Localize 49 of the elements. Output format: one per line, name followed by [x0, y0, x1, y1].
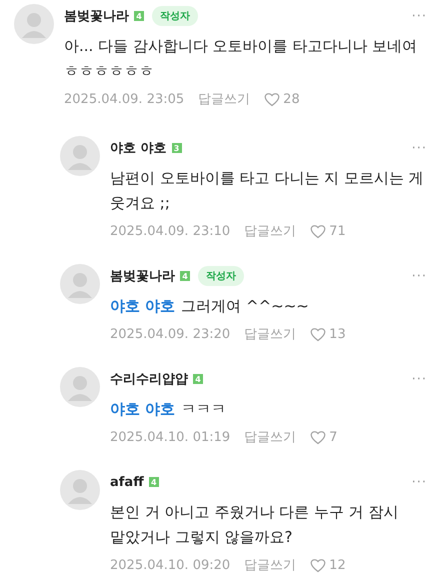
more-button[interactable]: ···: [412, 8, 427, 24]
comment-text: 본인 거 아니고 주웠거나 다른 누구 거 잠시 맡았거나 그렇지 않을까요?: [110, 502, 400, 548]
like-count: 13: [329, 326, 346, 342]
reply-button[interactable]: 답글쓰기: [244, 222, 296, 240]
reply-button[interactable]: 답글쓰기: [198, 90, 250, 108]
comment-text: 아... 다들 감사합니다 오토바이를 타고다니나 보네여 ㅎㅎㅎㅎㅎㅎ: [64, 36, 418, 82]
comment-text: 야호 야호 ㅋㅋㅋ: [110, 399, 228, 420]
reply-button[interactable]: 답글쓰기: [244, 428, 296, 446]
heart-icon[interactable]: [264, 92, 280, 106]
mention-link[interactable]: 야호 야호: [110, 400, 176, 418]
heart-icon[interactable]: [310, 224, 326, 238]
avatar-icon: [60, 470, 100, 510]
comment-date: 2025.04.09. 23:05: [64, 92, 184, 106]
reply-button[interactable]: 답글쓰기: [244, 556, 296, 574]
comment-text: 남편이 오토바이를 타고 다니는 지 모르시는 게 웃겨요 ;;: [110, 168, 425, 214]
writer-badge: 작성자: [152, 6, 198, 26]
avatar-icon: [60, 136, 100, 176]
heart-icon[interactable]: [310, 558, 326, 572]
author-name[interactable]: afaff: [110, 474, 144, 490]
like-count: 12: [329, 558, 346, 572]
heart-icon[interactable]: [310, 326, 326, 342]
author-name[interactable]: 봄벚꽃나라: [110, 267, 175, 285]
comment-date: 2025.04.10. 09:20: [110, 558, 230, 572]
reply-button[interactable]: 답글쓰기: [244, 325, 296, 343]
more-button[interactable]: ···: [412, 140, 427, 156]
author-name[interactable]: 수리수리얍얍: [110, 370, 188, 388]
comment-date: 2025.04.10. 01:19: [110, 430, 230, 444]
author-name[interactable]: 봄벚꽃나라: [64, 7, 129, 25]
comment-date: 2025.04.09. 23:20: [110, 326, 230, 342]
writer-badge: 작성자: [198, 266, 244, 286]
avatar-icon: [14, 4, 54, 44]
like-count: 71: [329, 224, 346, 238]
comment-text: 야호 야호 그러게여 ^^~~~: [110, 296, 310, 317]
author-name[interactable]: 야호 야호: [110, 139, 167, 157]
level-badge: 4: [148, 477, 159, 487]
more-button[interactable]: ···: [412, 372, 427, 386]
like-count: 28: [283, 92, 300, 106]
level-badge: 4: [193, 374, 203, 384]
more-button[interactable]: ···: [412, 474, 427, 490]
level-badge: 3: [172, 143, 182, 153]
comment-date: 2025.04.09. 23:10: [110, 224, 230, 238]
level-badge: 4: [134, 11, 144, 21]
more-button[interactable]: ···: [412, 268, 427, 284]
like-count: 7: [329, 430, 338, 444]
avatar-icon: [60, 264, 100, 304]
mention-link[interactable]: 야호 야호: [110, 297, 176, 315]
level-badge: 4: [180, 271, 190, 281]
heart-icon[interactable]: [310, 430, 326, 444]
avatar-icon: [60, 367, 100, 407]
